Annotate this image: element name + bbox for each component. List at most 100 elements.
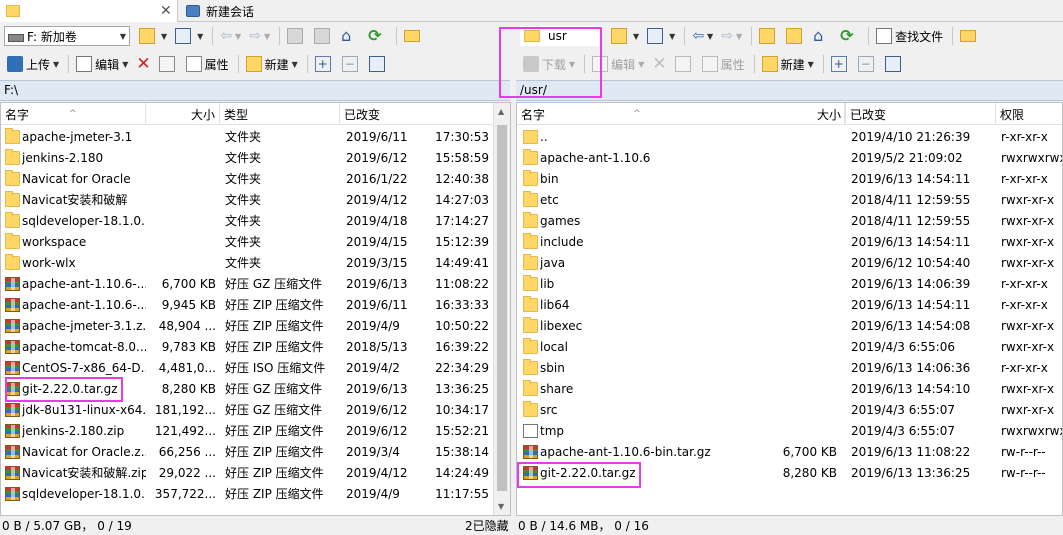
parent-dir-button[interactable] bbox=[756, 25, 781, 47]
close-tab-icon[interactable]: ✕ bbox=[160, 3, 172, 19]
upload-button[interactable]: 上传 ▼ bbox=[4, 53, 62, 75]
forward-button[interactable]: ⇨ ▼ bbox=[246, 25, 273, 47]
filter-button[interactable]: ▼ bbox=[172, 25, 206, 47]
table-row[interactable]: sqldeveloper-18.1.0... 文件夹 2019/4/18 17:14:… bbox=[1, 211, 510, 232]
new-button[interactable]: 新建 ▼ bbox=[759, 53, 817, 75]
right-path-bar[interactable]: /usr/ bbox=[516, 80, 1063, 101]
table-row[interactable]: work-wlx 文件夹 2019/3/15 14:49:41 bbox=[1, 253, 510, 274]
properties-button[interactable]: 属性 bbox=[183, 53, 232, 75]
deselect-button[interactable]: − bbox=[339, 53, 364, 75]
download-button[interactable]: 下载 ▼ bbox=[520, 53, 578, 75]
table-row[interactable]: tmp 2019/4/3 6:55:07 rwxrwxrwx bbox=[517, 421, 1062, 442]
delete-button[interactable]: ✕ bbox=[133, 53, 153, 75]
sync-browse-button[interactable] bbox=[401, 25, 426, 47]
table-row[interactable]: libexec 2019/6/13 14:54:08 rwxr-xr-x bbox=[517, 316, 1062, 337]
upload-label: 上传 bbox=[26, 57, 51, 72]
scrollbar-thumb[interactable] bbox=[497, 125, 507, 491]
delete-icon: ✕ bbox=[136, 54, 151, 74]
properties-label: 属性 bbox=[204, 57, 229, 72]
chevron-down-icon: ▼ bbox=[122, 59, 129, 69]
select-all-button[interactable]: + bbox=[312, 53, 337, 75]
table-row[interactable]: sbin 2019/6/13 14:06:36 r-xr-xr-x bbox=[517, 358, 1062, 379]
table-row[interactable]: apache-ant-1.10.6-... 9,945 KB 好压 ZIP 压缩文件… bbox=[1, 295, 510, 316]
table-row[interactable]: share 2019/6/13 14:54:10 rwxr-xr-x bbox=[517, 379, 1062, 400]
column-size[interactable]: 大小 bbox=[146, 103, 220, 125]
table-row[interactable]: apache-tomcat-8.0.... 9,783 KB 好压 ZIP 压缩文件… bbox=[1, 337, 510, 358]
table-row[interactable]: jenkins-2.180.zip 121,492... 好压 ZIP 压缩文件 20… bbox=[1, 421, 510, 442]
table-row[interactable]: src 2019/4/3 6:55:07 rwxr-xr-x bbox=[517, 400, 1062, 421]
table-row[interactable]: lib64 2019/6/13 14:54:11 r-xr-xr-x bbox=[517, 295, 1062, 316]
table-row[interactable]: jenkins-2.180 文件夹 2019/6/12 15:58:59 bbox=[1, 148, 510, 169]
rename-button[interactable] bbox=[156, 53, 181, 75]
refresh-button[interactable]: ⟳ bbox=[365, 25, 390, 47]
file-size: 6,700 KB bbox=[161, 277, 216, 291]
home-button[interactable]: ⌂ bbox=[338, 25, 363, 47]
file-date: 2019/3/15 bbox=[346, 256, 408, 270]
table-row[interactable]: apache-ant-1.10.6 2019/5/2 21:09:02 rwxrwx… bbox=[517, 148, 1062, 169]
table-row[interactable]: java 2019/6/12 10:54:40 rwxr-xr-x bbox=[517, 253, 1062, 274]
column-name[interactable]: 名字 ^ bbox=[1, 103, 146, 125]
table-row[interactable]: jdk-8u131-linux-x64... 181,192... 好压 GZ 压缩… bbox=[1, 400, 510, 421]
column-size[interactable]: 大小 bbox=[776, 103, 846, 125]
filter-select-button[interactable] bbox=[366, 53, 391, 75]
drive-select[interactable]: F: 新加卷 ▼ bbox=[4, 26, 130, 46]
forward-button[interactable]: ⇨ ▼ bbox=[718, 25, 745, 47]
file-name: jenkins-2.180 bbox=[22, 151, 104, 165]
table-row[interactable]: include 2019/6/13 14:54:11 rwxr-xr-x bbox=[517, 232, 1062, 253]
refresh-button[interactable]: ⟳ bbox=[837, 25, 862, 47]
left-scrollbar[interactable]: ▲ ▼ bbox=[493, 103, 510, 515]
rename-button[interactable] bbox=[672, 53, 697, 75]
open-folder-button[interactable]: ▼ bbox=[136, 25, 170, 47]
home-button[interactable]: ⌂ bbox=[810, 25, 835, 47]
table-row[interactable]: etc 2018/4/11 12:59:55 rwxr-xr-x bbox=[517, 190, 1062, 211]
root-dir-button[interactable] bbox=[783, 25, 808, 47]
right-status-text: 0 B / 14.6 MB， 0 / 16 bbox=[518, 519, 649, 533]
table-row[interactable]: workspace 文件夹 2019/4/15 15:12:39 bbox=[1, 232, 510, 253]
parent-dir-button[interactable] bbox=[284, 25, 309, 47]
select-all-button[interactable]: + bbox=[828, 53, 853, 75]
sync-browse-button[interactable] bbox=[957, 25, 982, 47]
delete-button[interactable]: ✕ bbox=[649, 53, 669, 75]
filter-select-button[interactable] bbox=[882, 53, 907, 75]
table-row[interactable]: git-2.22.0.tar.gz 8,280 KB 2019/6/13 13:36… bbox=[517, 463, 1062, 484]
tab-local-session[interactable]: ✕ bbox=[0, 0, 178, 22]
find-files-button[interactable]: 查找文件 bbox=[873, 25, 946, 47]
new-button[interactable]: 新建 ▼ bbox=[243, 53, 301, 75]
table-row[interactable]: CentOS-7-x86_64-D... 4,481,0... 好压 ISO 压缩文… bbox=[1, 358, 510, 379]
table-row[interactable]: Navicat安装和破解.zip 29,022 ... 好压 ZIP 压缩文件 201… bbox=[1, 463, 510, 484]
deselect-button[interactable]: − bbox=[855, 53, 880, 75]
file-date: 2019/3/4 bbox=[346, 445, 400, 459]
tab-new-session[interactable]: 新建会话 bbox=[180, 0, 260, 22]
table-row[interactable]: git-2.22.0.tar.gz 8,280 KB 好压 GZ 压缩文件 2019/… bbox=[1, 379, 510, 400]
table-row[interactable]: Navicat for Oracle.z... 66,256 ... 好压 ZIP … bbox=[1, 442, 510, 463]
edit-button[interactable]: 编辑 ▼ bbox=[589, 53, 647, 75]
properties-button[interactable]: 属性 bbox=[699, 53, 748, 75]
table-row[interactable]: bin 2019/6/13 14:54:11 r-xr-xr-x bbox=[517, 169, 1062, 190]
table-row[interactable]: apache-jmeter-3.1 文件夹 2019/6/11 17:30:53 bbox=[1, 127, 510, 148]
open-folder-button[interactable]: ▼ bbox=[608, 25, 642, 47]
column-type[interactable]: 类型 bbox=[220, 103, 340, 125]
edit-button[interactable]: 编辑 ▼ bbox=[73, 53, 131, 75]
table-row[interactable]: Navicat安装和破解 文件夹 2019/4/12 14:27:03 bbox=[1, 190, 510, 211]
table-row[interactable]: apache-ant-1.10.6-bin.tar.gz 6,700 KB 2019… bbox=[517, 442, 1062, 463]
left-path-bar[interactable]: F:\ bbox=[0, 80, 510, 101]
table-row[interactable]: .. 2019/4/10 21:26:39 r-xr-xr-x bbox=[517, 127, 1062, 148]
table-row[interactable]: lib 2019/6/13 14:06:39 r-xr-xr-x bbox=[517, 274, 1062, 295]
table-row[interactable]: games 2018/4/11 12:59:55 rwxr-xr-x bbox=[517, 211, 1062, 232]
table-row[interactable]: local 2019/4/3 6:55:06 rwxr-xr-x bbox=[517, 337, 1062, 358]
table-row[interactable]: sqldeveloper-18.1.0... 357,722... 好压 ZIP 压… bbox=[1, 484, 510, 505]
scroll-up-icon[interactable]: ▲ bbox=[498, 107, 504, 116]
root-dir-button[interactable] bbox=[311, 25, 336, 47]
filter-button[interactable]: ▼ bbox=[644, 25, 678, 47]
column-permissions[interactable]: 权限 bbox=[996, 103, 1062, 125]
column-modified[interactable]: 已改变 bbox=[340, 103, 490, 125]
scroll-down-icon[interactable]: ▼ bbox=[498, 502, 504, 511]
table-row[interactable]: apache-ant-1.10.6-... 6,700 KB 好压 GZ 压缩文件 2… bbox=[1, 274, 510, 295]
back-button[interactable]: ⇦ ▼ bbox=[689, 25, 716, 47]
back-button[interactable]: ⇦ ▼ bbox=[217, 25, 244, 47]
table-row[interactable]: Navicat for Oracle 文件夹 2016/1/22 12:40:38 bbox=[1, 169, 510, 190]
table-row[interactable]: apache-jmeter-3.1.z... 48,904 ... 好压 ZIP 压… bbox=[1, 316, 510, 337]
remote-path-select[interactable]: usr bbox=[520, 26, 602, 46]
column-modified[interactable]: 已改变 bbox=[846, 103, 996, 125]
remote-path-label: usr bbox=[548, 29, 567, 43]
